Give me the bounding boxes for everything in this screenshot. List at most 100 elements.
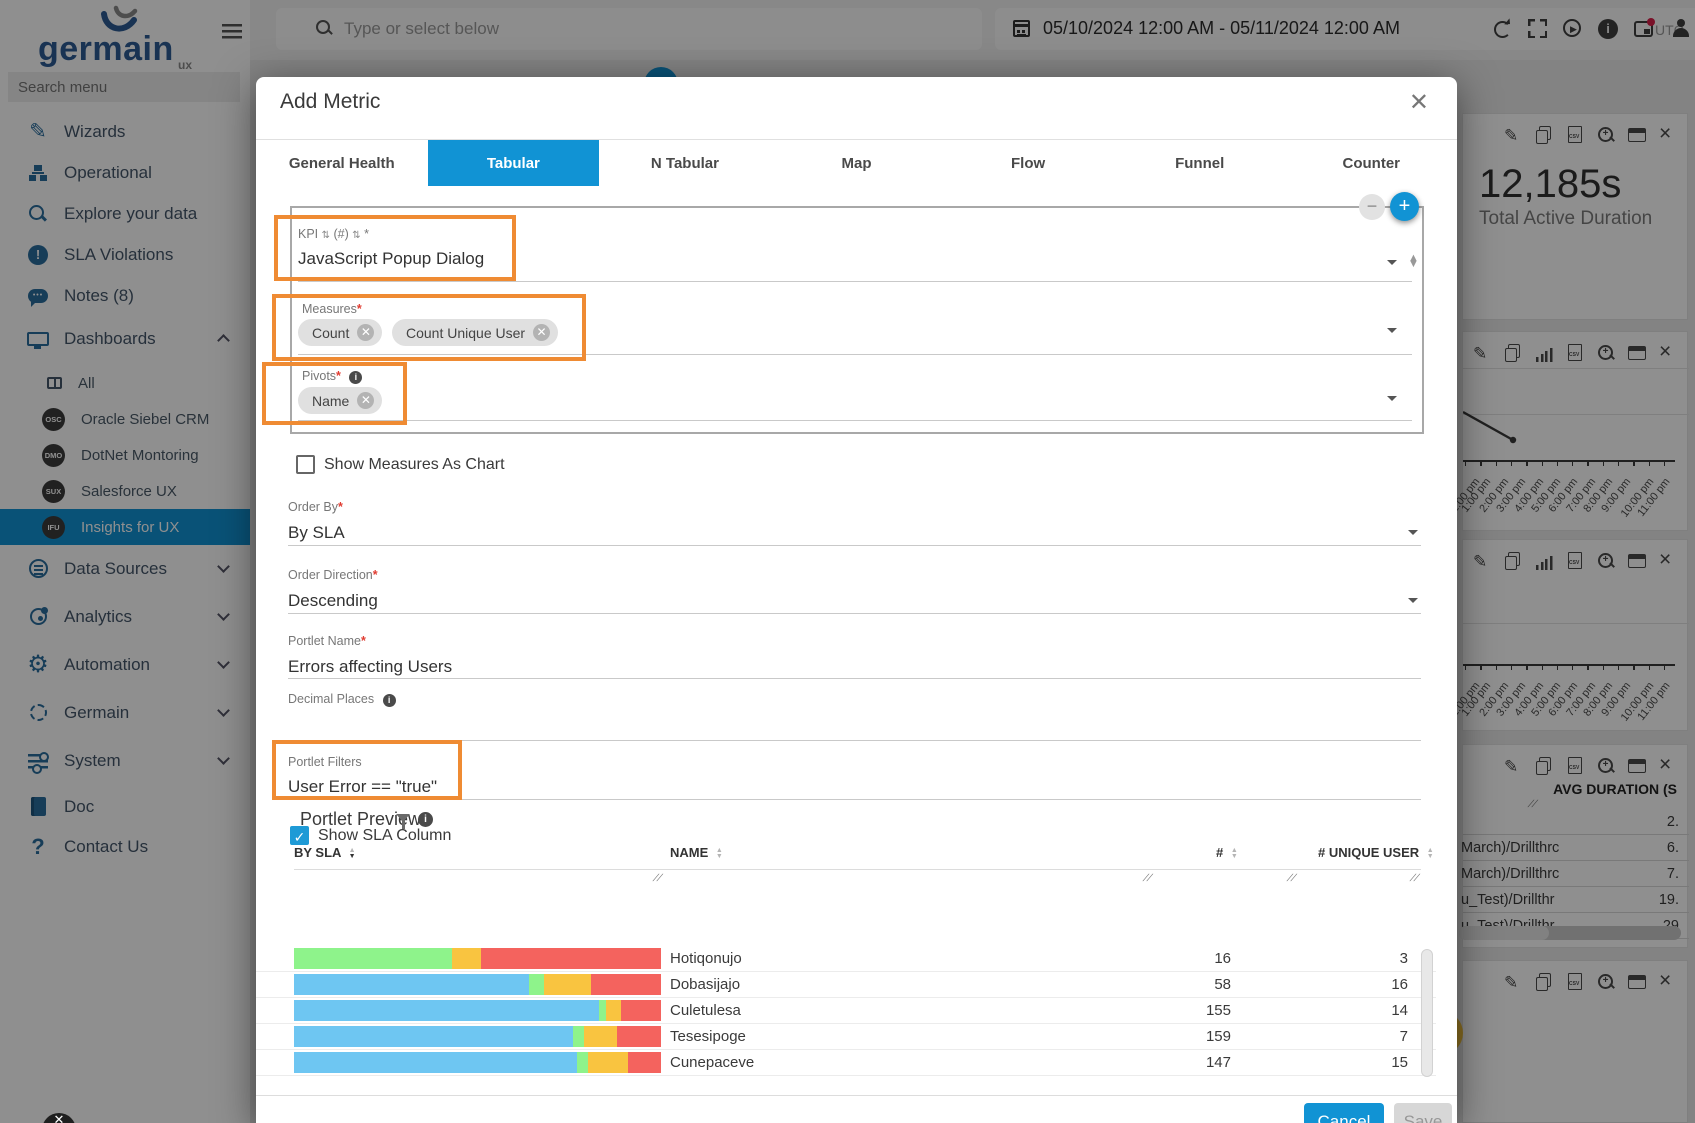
table-row[interactable]: Hotiqonujo163: [256, 946, 1436, 972]
sla-segment-green: [599, 1000, 606, 1021]
filter-funnel-icon[interactable]: [396, 814, 410, 829]
close-icon[interactable]: ✕: [1409, 88, 1429, 117]
sla-stacked-bar: [294, 948, 661, 969]
sort-toggle-icon[interactable]: ⇅: [352, 230, 360, 241]
cancel-button[interactable]: Cancel: [1304, 1103, 1384, 1123]
order-by-select[interactable]: By SLA: [288, 523, 345, 543]
info-icon[interactable]: i: [349, 371, 362, 384]
cell-count: 16: [1214, 950, 1231, 967]
kpi-label: KPI ⇅ (#) ⇅ *: [298, 227, 369, 241]
chevron-down-icon[interactable]: [1387, 396, 1397, 406]
portlet-name-label: Portlet Name*: [288, 634, 366, 648]
chevron-down-icon[interactable]: [1408, 530, 1418, 540]
column-header-unique-user[interactable]: # UNIQUE USER ▲▼: [1318, 845, 1434, 860]
tab-general-health[interactable]: General Health: [256, 140, 428, 186]
order-by-label: Order By*: [288, 500, 343, 514]
remove-chip-icon[interactable]: ✕: [533, 324, 550, 341]
vertical-scrollbar[interactable]: [1421, 949, 1433, 1077]
pivot-chip-name[interactable]: Name ✕: [298, 387, 382, 414]
sla-segment-blue: [294, 974, 529, 995]
save-button[interactable]: Save: [1394, 1103, 1452, 1123]
sort-icon: ▲▼: [716, 848, 723, 860]
sla-segment-blue: [294, 1026, 573, 1047]
portlet-filters-input[interactable]: User Error == "true": [288, 777, 437, 797]
sla-segment-red: [621, 1000, 661, 1021]
column-header-count[interactable]: # ▲▼: [1216, 845, 1238, 860]
table-row[interactable]: Tesesipoge 159 7: [256, 1024, 1436, 1050]
app-root: germain ux Wizards Operational Explore y…: [0, 0, 1695, 1123]
show-measures-as-chart-label: Show Measures As Chart: [324, 456, 505, 474]
sla-segment-red: [628, 1052, 661, 1073]
sla-segment-red: [591, 974, 661, 995]
chevron-down-icon[interactable]: [1408, 598, 1418, 608]
measure-chip-count[interactable]: Count ✕: [298, 319, 382, 346]
cell-name: Dobasijajo: [670, 976, 740, 993]
info-icon[interactable]: i: [418, 812, 433, 827]
sort-icon: ▲▼: [349, 848, 356, 860]
sla-segment-blue: [294, 1000, 599, 1021]
sla-segment-yellow: [606, 1000, 621, 1021]
tab-map[interactable]: Map: [771, 140, 943, 186]
table-row[interactable]: Cunepaceve 147 15: [256, 1050, 1436, 1076]
cell-count: 159: [1206, 1028, 1231, 1045]
tab-n-tabular[interactable]: N Tabular: [599, 140, 771, 186]
sla-segment-green: [573, 1026, 584, 1047]
column-resize-handle[interactable]: //: [1408, 873, 1422, 884]
tab-counter[interactable]: Counter: [1285, 140, 1457, 186]
cell-count: 147: [1206, 1054, 1231, 1071]
pivots-label: Pivots* i: [302, 369, 362, 384]
chevron-down-icon[interactable]: [1387, 328, 1397, 338]
decimal-places-label: Decimal Places i: [288, 692, 396, 707]
order-direction-select[interactable]: Descending: [288, 591, 378, 611]
chip-label: Count Unique User: [406, 325, 525, 341]
add-metric-dialog: Add Metric ✕ General HealthTabularN Tabu…: [256, 77, 1457, 1123]
remove-chip-icon[interactable]: ✕: [357, 392, 374, 409]
sort-icon: ▲▼: [1231, 848, 1238, 860]
tab-tabular[interactable]: Tabular: [428, 140, 600, 186]
portlet-name-input[interactable]: Errors affecting Users: [288, 657, 452, 677]
sort-toggle-icon[interactable]: ⇅: [322, 230, 330, 241]
show-measures-as-chart-checkbox[interactable]: [296, 455, 315, 474]
sla-segment-yellow: [588, 1052, 628, 1073]
chip-label: Name: [312, 393, 349, 409]
sla-segment-green: [294, 948, 452, 969]
column-resize-handle[interactable]: //: [1285, 873, 1299, 884]
remove-kpi-button[interactable]: −: [1359, 194, 1385, 220]
cell-name: Culetulesa: [670, 1002, 741, 1019]
column-header-name[interactable]: NAME ▲▼: [670, 845, 723, 860]
cell-unique-user: 16: [1391, 976, 1408, 993]
sla-segment-yellow: [584, 1026, 617, 1047]
column-resize-handle[interactable]: //: [651, 873, 665, 884]
sla-segment-green: [529, 974, 544, 995]
sla-segment-yellow: [544, 974, 592, 995]
info-icon[interactable]: i: [383, 694, 396, 707]
table-row[interactable]: Culetulesa15514: [256, 998, 1436, 1024]
remove-chip-icon[interactable]: ✕: [357, 324, 374, 341]
sla-segment-blue: [294, 1052, 577, 1073]
cell-unique-user: 15: [1391, 1054, 1408, 1071]
portlet-filters-label: Portlet Filters: [288, 755, 362, 769]
dialog-title: Add Metric: [280, 90, 380, 114]
cell-name: Cunepaceve: [670, 1054, 754, 1071]
cell-unique-user: 7: [1400, 1028, 1408, 1045]
sort-icon: ▲▼: [1427, 848, 1434, 860]
add-kpi-button[interactable]: +: [1390, 192, 1419, 221]
tab-flow[interactable]: Flow: [942, 140, 1114, 186]
sla-segment-yellow: [452, 948, 481, 969]
measure-chip-count-unique-user[interactable]: Count Unique User ✕: [392, 319, 558, 346]
sla-stacked-bar: [294, 1026, 661, 1047]
table-row[interactable]: Dobasijajo5816: [256, 972, 1436, 998]
measures-label: Measures*: [302, 302, 362, 316]
chevron-down-icon[interactable]: [1387, 260, 1397, 270]
cell-count: 155: [1206, 1002, 1231, 1019]
number-spinner[interactable]: ▲▼: [1408, 255, 1418, 267]
metric-type-tabs: General HealthTabularN TabularMapFlowFun…: [256, 139, 1457, 186]
tab-funnel[interactable]: Funnel: [1114, 140, 1286, 186]
order-direction-label: Order Direction*: [288, 568, 378, 582]
cell-name: Tesesipoge: [670, 1028, 746, 1045]
sla-stacked-bar: [294, 1000, 661, 1021]
kpi-value[interactable]: JavaScript Popup Dialog: [298, 249, 484, 269]
chip-label: Count: [312, 325, 349, 341]
column-header-by-sla[interactable]: BY SLA ▲▼: [294, 845, 356, 860]
column-resize-handle[interactable]: //: [1141, 873, 1155, 884]
